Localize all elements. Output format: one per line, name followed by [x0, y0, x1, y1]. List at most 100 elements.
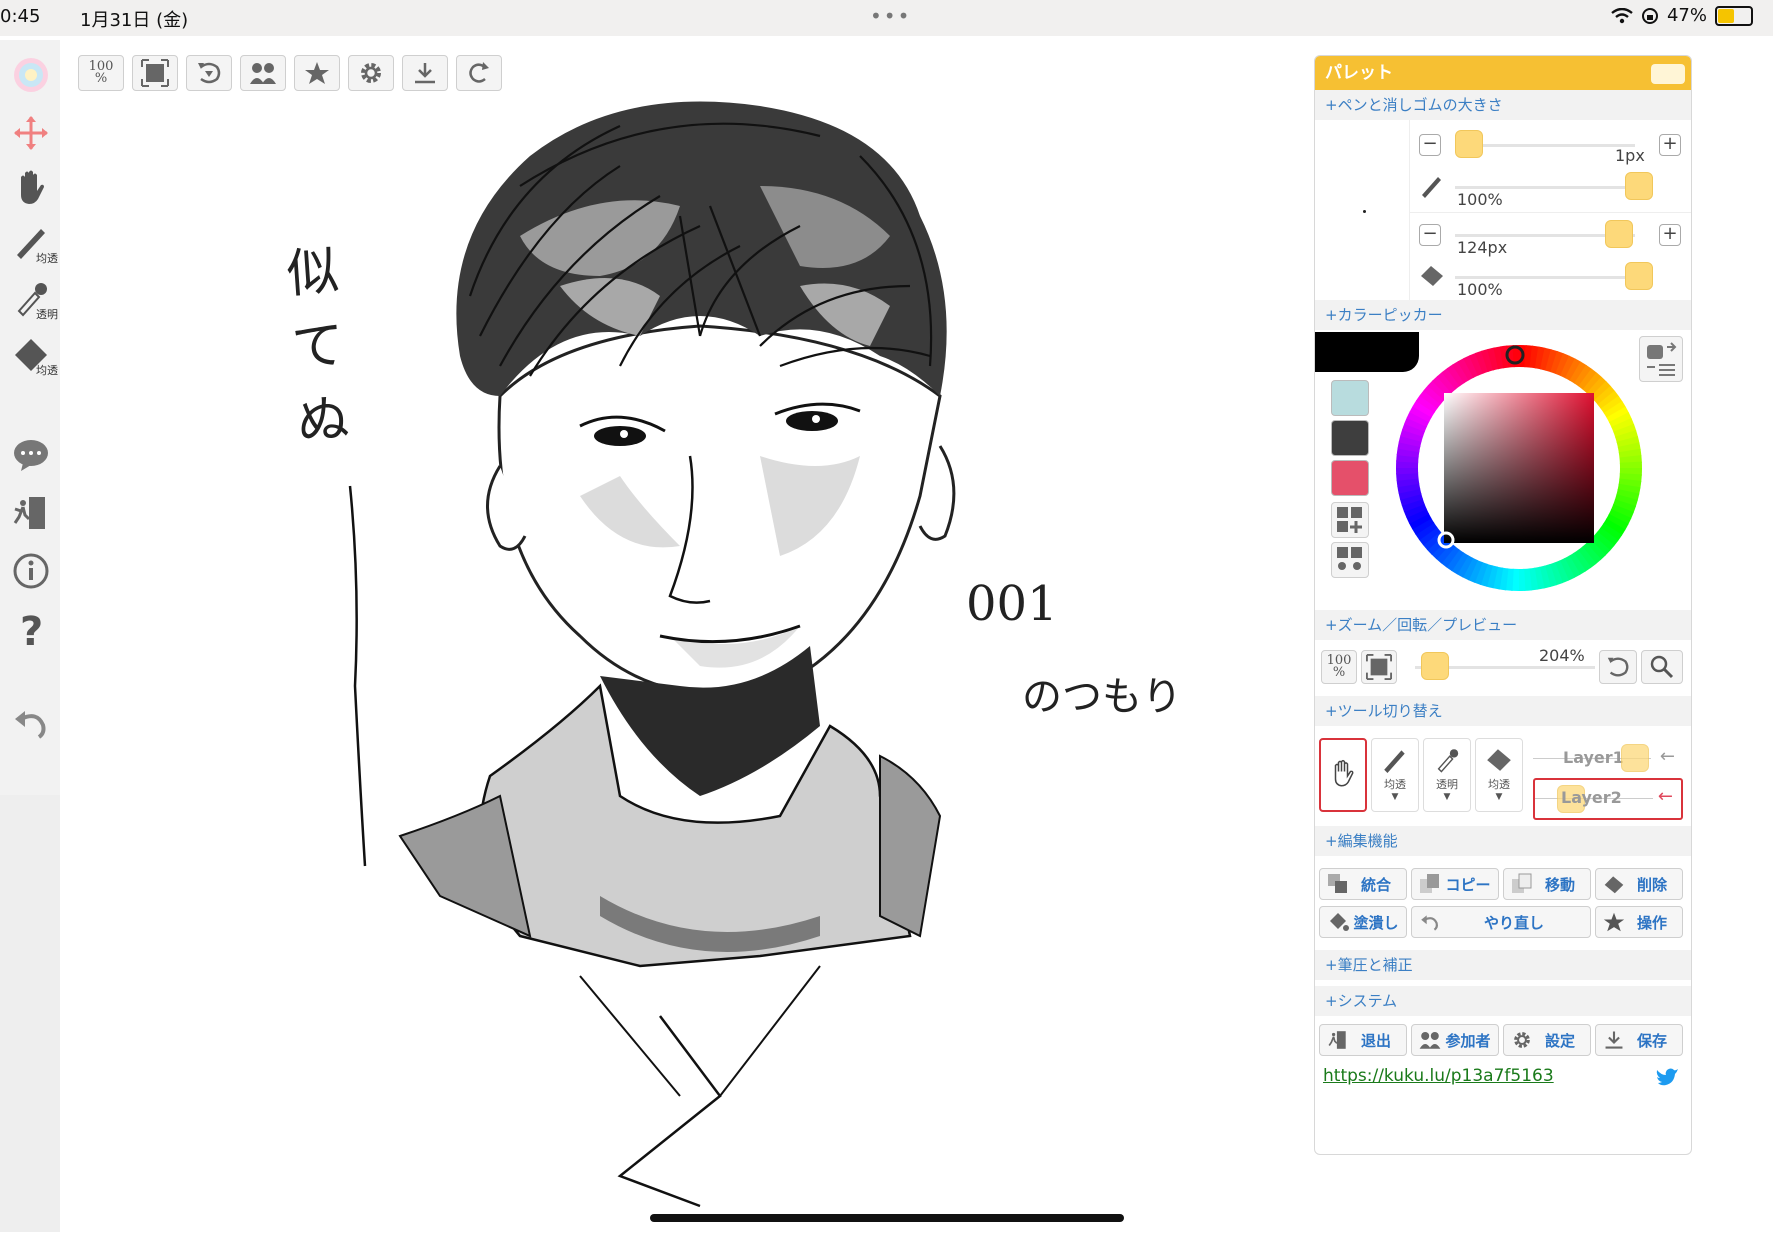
- hand-icon[interactable]: [8, 164, 54, 210]
- copy-button[interactable]: コピー: [1411, 868, 1499, 900]
- twitter-icon[interactable]: [1655, 1066, 1679, 1088]
- share-url-row: https://kuku.lu/p13a7f5163: [1315, 1066, 1691, 1106]
- tool-dropper[interactable]: 透明 ▼: [1423, 738, 1471, 812]
- eraser-opacity-value: 100%: [1457, 280, 1503, 299]
- tool-pen[interactable]: 均透 ▼: [1371, 738, 1419, 812]
- eraser-size-plus-button[interactable]: +: [1659, 224, 1681, 246]
- save-button[interactable]: 保存: [1595, 1024, 1683, 1056]
- handwritten-note-right-2: のつもり: [1022, 674, 1182, 720]
- color-mode-button[interactable]: [1639, 336, 1683, 382]
- exit-button[interactable]: 退出: [1319, 1024, 1407, 1056]
- fill-button[interactable]: 塗潰し: [1319, 906, 1407, 938]
- delete-button[interactable]: 削除: [1595, 868, 1683, 900]
- move-button[interactable]: 移動: [1503, 868, 1591, 900]
- swap-swatch-button[interactable]: [1331, 542, 1369, 578]
- pen-size-knob[interactable]: [1455, 130, 1483, 158]
- system-settings-button[interactable]: 設定: [1503, 1024, 1591, 1056]
- exit-label: 退出: [1360, 1031, 1391, 1050]
- pen-size-plus-button[interactable]: +: [1659, 134, 1681, 156]
- zoom-area: 100% 204%: [1315, 640, 1691, 696]
- layer-2-arrow-icon: ←: [1657, 786, 1673, 807]
- undo-arrow-icon: [1421, 915, 1438, 931]
- pen-opacity-value: 100%: [1457, 190, 1503, 209]
- pen-icon: [1422, 177, 1441, 198]
- palette-zoom-100-button[interactable]: 100%: [1321, 650, 1357, 684]
- section-brush-size[interactable]: +ペンと消しゴムの大きさ: [1315, 90, 1691, 120]
- operate-label: 操作: [1636, 913, 1667, 932]
- eraser-icon: [1487, 749, 1511, 771]
- eraser-size-value: 124px: [1457, 238, 1508, 257]
- tool-pen-label: 均透: [1384, 778, 1406, 791]
- section-system[interactable]: +システム: [1315, 986, 1691, 1016]
- eraser-opacity-slider[interactable]: [1455, 276, 1635, 279]
- pen-size-value: 1px: [1615, 146, 1645, 165]
- palette-panel: パレット +ペンと消しゴムの大きさ − + 1px 100% − + 124px…: [1314, 55, 1692, 1155]
- status-date: 1月31日 (金): [80, 10, 189, 31]
- layer-2-row[interactable]: Layer2 ←: [1533, 778, 1683, 820]
- help-icon[interactable]: ?: [8, 606, 54, 652]
- merge-label: 統合: [1360, 875, 1391, 894]
- dropper-tool[interactable]: 透明: [8, 274, 58, 321]
- eraser-size-minus-button[interactable]: −: [1419, 224, 1441, 246]
- pen-size-minus-button[interactable]: −: [1419, 134, 1441, 156]
- palette-header[interactable]: パレット: [1315, 56, 1691, 90]
- save-label: 保存: [1636, 1031, 1667, 1050]
- preview-button[interactable]: [1641, 650, 1683, 684]
- section-pressure[interactable]: +筆圧と補正: [1315, 950, 1691, 980]
- merge-button[interactable]: 統合: [1319, 868, 1407, 900]
- pen-icon: [1384, 750, 1405, 773]
- eraser-size-knob[interactable]: [1605, 220, 1633, 248]
- exit-icon: [1328, 1031, 1346, 1049]
- color-wheel-icon[interactable]: [8, 52, 54, 98]
- eraser-tool[interactable]: 均透: [8, 330, 58, 377]
- color-swatch-3[interactable]: [1331, 460, 1369, 496]
- merge-icon: [1328, 874, 1347, 893]
- section-zoom[interactable]: +ズーム／回転／プレビュー: [1315, 610, 1691, 640]
- hand-icon: [1334, 759, 1354, 787]
- layer-1-name: Layer1: [1563, 748, 1624, 767]
- grid-add-icon: [1337, 507, 1362, 533]
- chat-icon[interactable]: [8, 432, 54, 478]
- pen-opacity-knob[interactable]: [1625, 172, 1653, 200]
- palette-fit-button[interactable]: [1361, 650, 1397, 684]
- color-swatch-2[interactable]: [1331, 420, 1369, 456]
- layer-1-opacity-knob[interactable]: [1621, 744, 1649, 772]
- add-swatch-button[interactable]: [1331, 502, 1369, 538]
- section-color-picker[interactable]: +カラーピッカー: [1315, 300, 1691, 330]
- layer-2-name: Layer2: [1561, 788, 1622, 807]
- room-url-link[interactable]: https://kuku.lu/p13a7f5163: [1323, 1066, 1554, 1086]
- pen-tool[interactable]: 均透: [8, 218, 58, 265]
- palette-collapse-toggle[interactable]: [1651, 64, 1685, 84]
- info-icon[interactable]: [8, 548, 54, 594]
- move-label: 移動: [1544, 875, 1575, 894]
- layer-1-row[interactable]: Layer1 ←: [1533, 738, 1683, 780]
- exit-icon[interactable]: [8, 490, 54, 536]
- multitask-dots[interactable]: •••: [870, 4, 911, 28]
- pen-mode-label: 均透: [36, 252, 58, 265]
- section-tool-switch[interactable]: +ツール切り替え: [1315, 696, 1691, 726]
- delete-eraser-icon: [1604, 876, 1624, 894]
- undo-icon[interactable]: [8, 700, 54, 746]
- color-wheel[interactable]: [1389, 338, 1649, 598]
- tool-hand[interactable]: [1319, 738, 1367, 812]
- tool-pen-caret: ▼: [1391, 792, 1399, 802]
- move-icon[interactable]: [8, 110, 54, 156]
- brush-size-area: − + 1px 100% − + 124px 100%: [1315, 120, 1691, 300]
- operate-button[interactable]: 操作: [1595, 906, 1683, 938]
- pen-opacity-slider[interactable]: [1455, 186, 1635, 189]
- drawing-canvas[interactable]: 似 て ぬ 001 のつもり: [60, 36, 1310, 1232]
- delete-label: 削除: [1636, 875, 1667, 894]
- download-icon: [1605, 1031, 1623, 1049]
- participants-icon: [1419, 1032, 1441, 1049]
- eraser-opacity-knob[interactable]: [1625, 262, 1653, 290]
- participants-list-button[interactable]: 参加者: [1411, 1024, 1499, 1056]
- redo-edit-button[interactable]: やり直し: [1411, 906, 1591, 938]
- zoom-knob[interactable]: [1421, 652, 1449, 680]
- color-swatch-1[interactable]: [1331, 380, 1369, 416]
- copy-icon: [1420, 874, 1439, 893]
- tool-eraser[interactable]: 均透 ▼: [1475, 738, 1523, 812]
- battery-percent: 47%: [1666, 5, 1707, 26]
- fill-label: 塗潰し: [1353, 913, 1399, 932]
- section-edit[interactable]: +編集機能: [1315, 826, 1691, 856]
- palette-rotate-reset-button[interactable]: [1599, 650, 1637, 684]
